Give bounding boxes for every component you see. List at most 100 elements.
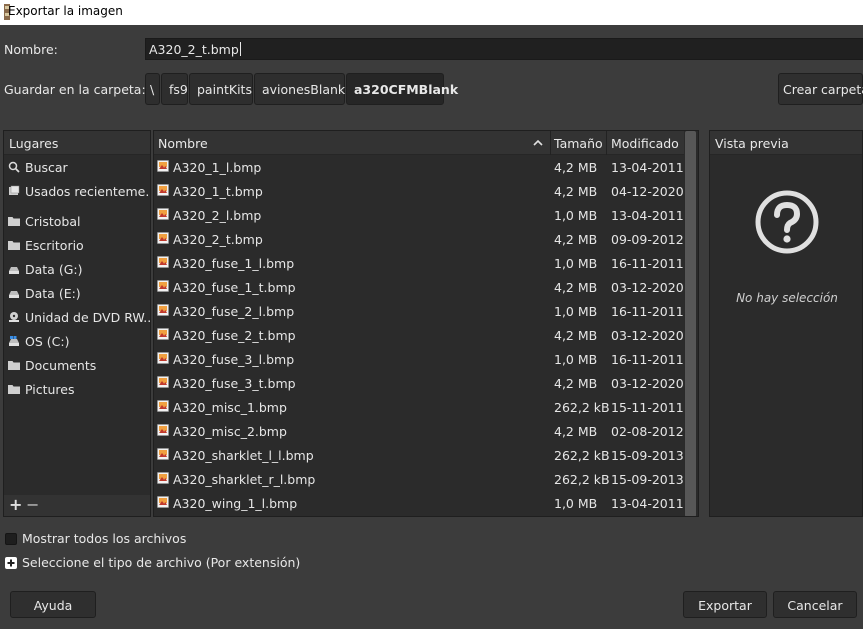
file-row[interactable]: A320_wing_1_l.bmp 1,0 MB 13-04-2011	[154, 491, 684, 515]
file-size: 1,0 MB	[554, 256, 598, 271]
place-label: Data (E:)	[25, 285, 81, 301]
remove-bookmark-button[interactable]: −	[26, 495, 39, 514]
file-size: 4,2 MB	[554, 280, 598, 295]
image-file-icon	[157, 424, 169, 436]
column-name[interactable]: Nombre	[158, 136, 208, 151]
file-modified: 04-12-2020	[611, 184, 684, 199]
file-name: A320_wing_1_l.bmp	[173, 496, 298, 511]
breadcrumb-avionesblank[interactable]: avionesBlank	[254, 73, 345, 105]
image-file-icon	[157, 208, 169, 220]
file-modified: 03-12-2020	[611, 280, 684, 295]
preview-header: Vista previa	[710, 131, 862, 155]
image-file-icon	[157, 280, 169, 292]
name-label: Nombre:	[4, 42, 58, 57]
breadcrumb-a320cfmblank[interactable]: a320CFMBlank	[346, 73, 458, 105]
file-list-scrollbar-track[interactable]	[684, 131, 698, 516]
file-type-expander[interactable]: Seleccione el tipo de archivo (Por exten…	[5, 555, 300, 570]
place-cristobal[interactable]: Cristobal	[4, 209, 150, 233]
place-recent[interactable]: Usados recienteme...	[4, 179, 150, 203]
file-row[interactable]: A320_misc_1.bmp 262,2 kB 15-11-2011	[154, 395, 684, 419]
place-pictures[interactable]: Pictures	[4, 377, 150, 401]
file-list-scrollbar-thumb[interactable]	[685, 131, 696, 516]
file-size: 4,2 MB	[554, 376, 598, 391]
place-label: Documents	[25, 357, 97, 373]
place-escritorio[interactable]: Escritorio	[4, 233, 150, 257]
file-list: A320_1_l.bmp 4,2 MB 13-04-2011 A320_1_t.bmp…	[154, 155, 684, 516]
place-label: Usados recienteme...	[25, 183, 150, 199]
place-data-g[interactable]: Data (G:)	[4, 257, 150, 281]
image-file-icon	[157, 352, 169, 364]
dvd-icon	[9, 312, 19, 322]
file-row[interactable]: A320_fuse_1_t.bmp 4,2 MB 03-12-2020	[154, 275, 684, 299]
file-modified: 15-11-2011	[611, 400, 684, 415]
file-row[interactable]: A320_misc_2.bmp 4,2 MB 02-08-2012	[154, 419, 684, 443]
image-file-icon	[157, 328, 169, 340]
sort-ascending-icon[interactable]	[533, 139, 543, 146]
column-size[interactable]: Tamaño	[554, 136, 603, 151]
recent-icon	[9, 185, 20, 195]
image-file-icon	[157, 160, 169, 172]
file-row[interactable]: A320_fuse_2_t.bmp 4,2 MB 03-12-2020	[154, 323, 684, 347]
file-name: A320_fuse_2_l.bmp	[173, 304, 295, 319]
file-row[interactable]: A320_1_l.bmp 4,2 MB 13-04-2011	[154, 155, 684, 179]
place-data-e[interactable]: Data (E:)	[4, 281, 150, 305]
file-modified: 03-12-2020	[611, 328, 684, 343]
cancel-button[interactable]: Cancelar	[773, 591, 857, 618]
column-modified[interactable]: Modificado	[611, 136, 679, 151]
preview-panel: Vista previa No hay selección	[709, 130, 863, 517]
file-row[interactable]: A320_2_l.bmp 1,0 MB 13-04-2011	[154, 203, 684, 227]
file-name: A320_sharklet_r_l.bmp	[173, 472, 316, 487]
breadcrumb-paintkits[interactable]: paintKits	[189, 73, 253, 105]
show-all-checkbox[interactable]	[5, 532, 17, 545]
place-os-c[interactable]: OS (C:)	[4, 329, 150, 353]
show-all-label: Mostrar todos los archivos	[22, 531, 187, 546]
create-folder-button[interactable]: Crear carpeta	[778, 73, 863, 105]
places-header: Lugares	[4, 131, 150, 155]
export-button[interactable]: Exportar	[683, 591, 767, 618]
file-row[interactable]: A320_2_t.bmp 4,2 MB 09-09-2012	[154, 227, 684, 251]
file-size: 4,2 MB	[554, 232, 598, 247]
place-label: Buscar	[25, 159, 68, 175]
filename-input[interactable]: A320_2_t.bmp	[145, 38, 863, 60]
file-row[interactable]: A320_fuse_3_t.bmp 4,2 MB 03-12-2020	[154, 371, 684, 395]
image-file-icon	[157, 400, 169, 412]
breadcrumb-fs9[interactable]: fs9	[161, 73, 188, 105]
place-dvd[interactable]: Unidad de DVD RW...	[4, 305, 150, 329]
file-size: 4,2 MB	[554, 160, 598, 175]
file-size: 262,2 kB	[554, 472, 610, 487]
drive-icon	[9, 291, 19, 298]
column-divider	[550, 131, 551, 155]
file-size: 4,2 MB	[554, 328, 598, 343]
help-button[interactable]: Ayuda	[10, 591, 96, 618]
file-row[interactable]: A320_fuse_1_l.bmp 1,0 MB 16-11-2011	[154, 251, 684, 275]
file-modified: 09-09-2012	[611, 232, 684, 247]
preview-empty-text: No hay selección	[736, 291, 838, 305]
file-size: 262,2 kB	[554, 400, 610, 415]
file-row[interactable]: A320_fuse_3_l.bmp 1,0 MB 16-11-2011	[154, 347, 684, 371]
file-name: A320_1_l.bmp	[173, 160, 262, 175]
file-modified: 02-08-2012	[611, 424, 684, 439]
breadcrumb-root[interactable]: \	[145, 73, 160, 105]
folder-icon	[8, 217, 20, 226]
place-label: OS (C:)	[25, 333, 70, 349]
file-row[interactable]: A320_sharklet_r_l.bmp 262,2 kB 15-09-2013	[154, 467, 684, 491]
image-file-icon	[157, 472, 169, 484]
folder-icon	[8, 241, 20, 250]
file-modified: 16-11-2011	[611, 304, 684, 319]
place-search[interactable]: Buscar	[4, 155, 150, 179]
place-label: Cristobal	[25, 213, 81, 229]
file-modified: 13-04-2011	[611, 160, 684, 175]
place-documents[interactable]: Documents	[4, 353, 150, 377]
add-bookmark-button[interactable]: +	[9, 495, 22, 514]
image-file-icon	[157, 232, 169, 244]
file-modified: 13-04-2011	[611, 208, 684, 223]
file-row[interactable]: A320_sharklet_l_l.bmp 262,2 kB 15-09-2013	[154, 443, 684, 467]
expand-plus-icon[interactable]	[5, 556, 17, 569]
file-row[interactable]: A320_fuse_2_l.bmp 1,0 MB 16-11-2011	[154, 299, 684, 323]
show-all-option[interactable]: Mostrar todos los archivos	[5, 531, 186, 546]
file-row[interactable]: A320_1_t.bmp 4,2 MB 04-12-2020	[154, 179, 684, 203]
file-modified: 16-11-2011	[611, 352, 684, 367]
file-name: A320_fuse_2_t.bmp	[173, 328, 296, 343]
file-list-header: Nombre Tamaño Modificado	[154, 131, 698, 155]
text-caret	[239, 42, 241, 56]
